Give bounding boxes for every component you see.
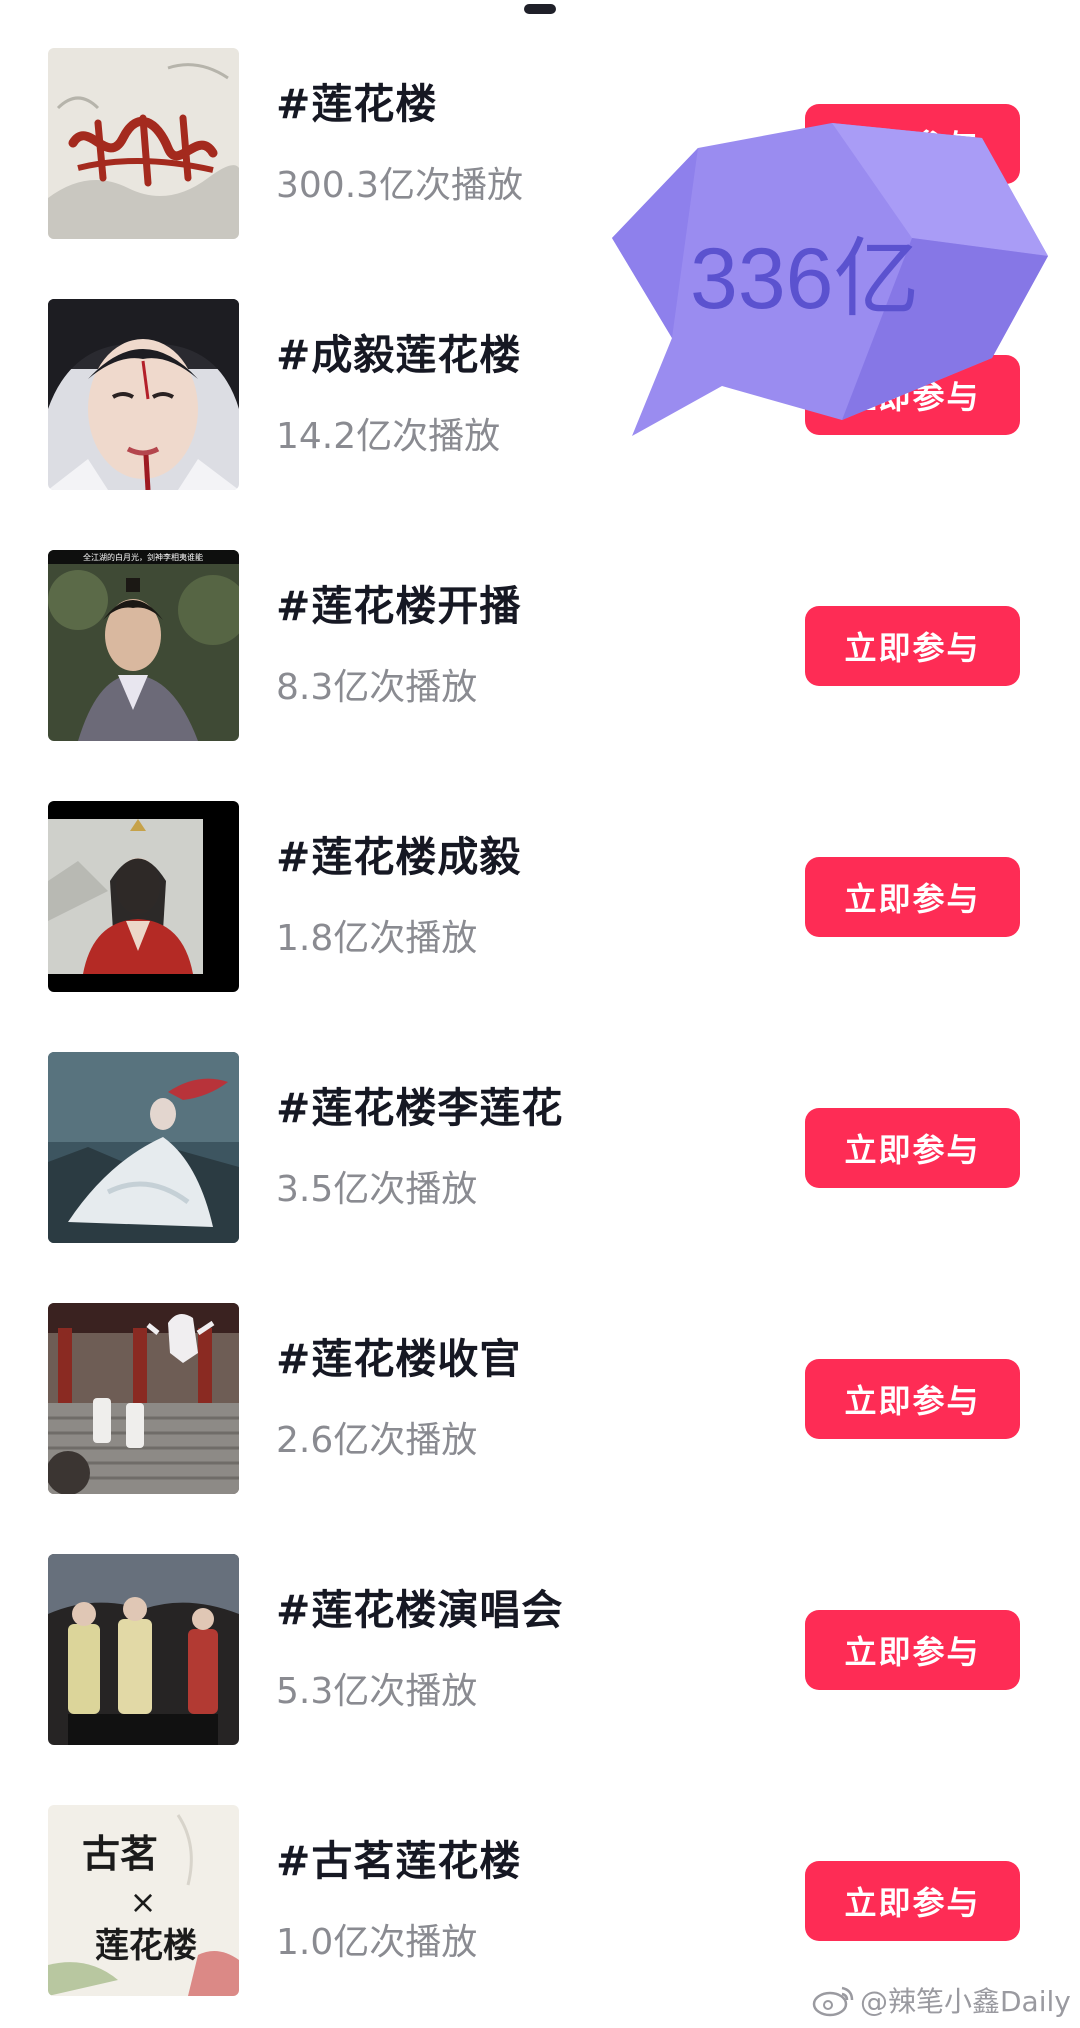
join-button[interactable]: 立即参与: [805, 1359, 1020, 1439]
figure-sitting-dusk-image: [48, 1052, 239, 1243]
play-count: 3.5亿次播放: [276, 1169, 478, 1210]
topic-title[interactable]: #莲花楼成毅: [276, 823, 521, 883]
join-button[interactable]: 立即参与: [805, 1610, 1020, 1690]
topic-thumbnail[interactable]: 古茗 × 莲花楼: [48, 1805, 239, 1996]
join-button[interactable]: 立即参与: [805, 1861, 1020, 1941]
bubble-text: 336亿: [690, 231, 920, 327]
play-count: 300.3亿次播放: [276, 165, 524, 206]
show-name: 莲花楼: [95, 1926, 197, 1966]
topic-title[interactable]: #莲花楼开播: [276, 572, 521, 632]
play-count: 5.3亿次播放: [276, 1671, 478, 1712]
topic-thumbnail[interactable]: [48, 1554, 239, 1745]
topic-thumbnail[interactable]: 全江湖的白月光，剑神李相夷谁能: [48, 550, 239, 741]
topic-thumbnail[interactable]: [48, 1052, 239, 1243]
topic-title[interactable]: #成毅莲花楼: [276, 321, 521, 381]
thumb-caption: 全江湖的白月光，剑神李相夷谁能: [83, 552, 203, 562]
brand-collab-poster-image: 古茗 × 莲花楼: [48, 1805, 239, 1996]
play-count: 2.6亿次播放: [276, 1420, 478, 1461]
portrait-red-robe-image: [48, 801, 239, 992]
collab-cross: ×: [130, 1883, 157, 1921]
list-item[interactable]: #莲花楼成毅 1.8亿次播放 立即参与: [0, 801, 1080, 993]
calligraphy-poster-image: [48, 48, 239, 239]
join-button[interactable]: 立即参与: [805, 606, 1020, 686]
brand-name: 古茗: [82, 1831, 158, 1876]
watermark: @辣笔小鑫Daily: [812, 1980, 1071, 2020]
topic-title[interactable]: #莲花楼收官: [276, 1325, 521, 1385]
topic-title[interactable]: #莲花楼: [276, 70, 437, 130]
play-count: 8.3亿次播放: [276, 667, 478, 708]
topic-thumbnail[interactable]: [48, 1303, 239, 1494]
weibo-icon: [812, 1986, 854, 2017]
concert-stage-image: [48, 1554, 239, 1745]
watermark-text: @辣笔小鑫Daily: [860, 1985, 1071, 2018]
list-item[interactable]: 全江湖的白月光，剑神李相夷谁能 #莲花楼开播 8.3亿次播放 立即参与: [0, 550, 1080, 742]
topic-title[interactable]: #莲花楼李莲花: [276, 1074, 563, 1134]
video-still-forest-image: 全江湖的白月光，剑神李相夷谁能: [48, 550, 239, 741]
topic-thumbnail[interactable]: [48, 801, 239, 992]
join-button[interactable]: 立即参与: [805, 1108, 1020, 1188]
topic-title[interactable]: #古茗莲花楼: [276, 1827, 521, 1887]
list-item[interactable]: #莲花楼李莲花 3.5亿次播放 立即参与: [0, 1052, 1080, 1244]
list-item[interactable]: 古茗 × 莲花楼 #古茗莲花楼 1.0亿次播放 立即参与: [0, 1805, 1080, 1997]
join-button[interactable]: 立即参与: [805, 857, 1020, 937]
palace-stairs-scene-image: [48, 1303, 239, 1494]
list-item[interactable]: #莲花楼演唱会 5.3亿次播放 立即参与: [0, 1554, 1080, 1746]
topic-thumbnail[interactable]: [48, 48, 239, 239]
list-item[interactable]: #莲花楼收官 2.6亿次播放 立即参与: [0, 1303, 1080, 1495]
topic-thumbnail[interactable]: [48, 299, 239, 490]
topic-title[interactable]: #莲花楼演唱会: [276, 1576, 563, 1636]
portrait-closeup-image: [48, 299, 239, 490]
play-count: 14.2亿次播放: [276, 416, 501, 457]
play-count: 1.8亿次播放: [276, 918, 478, 959]
play-count: 1.0亿次播放: [276, 1922, 478, 1963]
drag-handle[interactable]: [524, 4, 556, 14]
